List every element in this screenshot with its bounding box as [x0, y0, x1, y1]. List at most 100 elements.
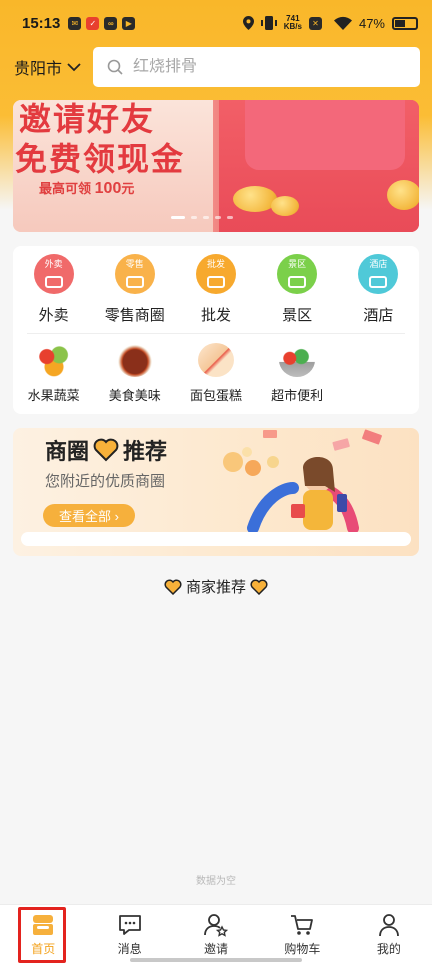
supermarket-icon: [279, 343, 316, 377]
tab-label: 邀请: [204, 942, 229, 956]
category-wholesale[interactable]: 批发 批发: [175, 254, 256, 325]
banner-pagination: [171, 216, 233, 219]
category-badge: 酒店: [369, 259, 388, 269]
category-hotel[interactable]: 酒店 酒店: [338, 254, 419, 325]
category-label: 酒店: [363, 307, 394, 324]
banner-dot[interactable]: [191, 216, 197, 219]
heart-icon: [93, 438, 119, 462]
glyph: [44, 276, 63, 288]
promo-title-left: 商圈: [45, 439, 90, 464]
location-icon: [242, 16, 254, 30]
link-notification-icon: ∞: [104, 16, 118, 30]
banner-sub-suffix: 元: [121, 181, 135, 196]
wifi-icon: [333, 16, 352, 30]
cart-icon: [291, 915, 314, 935]
category-divider: [27, 333, 405, 334]
category-takeaway[interactable]: 外卖 外卖: [13, 254, 94, 325]
category-badge: 景区: [288, 259, 307, 269]
banner-dot[interactable]: [171, 216, 185, 219]
category-label: 批发: [200, 307, 231, 324]
banner-title-line2: 免费领现金: [15, 141, 186, 177]
battery-percent: 47%: [358, 15, 385, 31]
message-icon: [118, 915, 141, 935]
play-notification-icon: ▶: [122, 16, 136, 30]
red-envelope-illustration: [219, 100, 419, 232]
category-badge: 外卖: [44, 259, 63, 269]
promo-bottom-bar: [21, 532, 411, 546]
status-time: 15:13: [22, 14, 61, 32]
category-label: 美食美味: [108, 388, 161, 403]
tab-label: 购物车: [284, 942, 321, 956]
category-grid: 外卖 外卖 零售 零售商圈 批发 批发 景区 景区 酒店 酒店 水果蔬菜 美食美…: [13, 246, 419, 414]
category-food[interactable]: 美食美味: [94, 343, 175, 404]
glyph: [369, 276, 388, 288]
banner-text-panel: 邀请好友 免费领现金 最高可领 100元: [13, 100, 213, 232]
banner-dot[interactable]: [203, 216, 209, 219]
banner-dot[interactable]: [227, 216, 233, 219]
category-supermarket[interactable]: 超市便利: [257, 343, 338, 404]
category-label: 面包蛋糕: [189, 388, 242, 403]
category-label: 超市便利: [271, 388, 324, 403]
search-input[interactable]: [133, 58, 374, 76]
chevron-down-icon: [67, 62, 81, 71]
category-row-sub: 水果蔬菜 美食美味 面包蛋糕 超市便利: [13, 343, 343, 404]
category-badge: 批发: [206, 259, 225, 269]
net-speed: 741 KB/s: [284, 15, 302, 31]
profile-icon: [378, 914, 399, 937]
box-icon: 批发: [195, 254, 236, 294]
empty-state-text: 数据为空: [196, 876, 236, 887]
vibrate-icon: [260, 16, 277, 30]
category-bread-cake[interactable]: 面包蛋糕: [175, 343, 256, 404]
category-label: 外卖: [38, 307, 69, 324]
heart-icon: [250, 579, 268, 595]
category-scenic[interactable]: 景区 景区: [257, 254, 338, 325]
bread-cake-icon: [197, 343, 234, 377]
category-row-main: 外卖 外卖 零售 零售商圈 批发 批发 景区 景区 酒店 酒店: [13, 254, 419, 325]
category-retail[interactable]: 零售 零售商圈: [94, 254, 175, 325]
scenic-icon: 景区: [277, 254, 318, 294]
business-district-card[interactable]: 商圈 推荐 您附近的优质商圈 查看全部 ›: [13, 428, 419, 556]
envelope-flap: [245, 100, 405, 170]
home-indicator: [130, 958, 302, 962]
basket-icon: 零售: [114, 254, 155, 294]
highlight-frame: [18, 907, 66, 963]
banner-dot[interactable]: [215, 216, 221, 219]
battery-icon: [392, 16, 418, 30]
nfc-icon: ✕: [308, 16, 322, 30]
category-fruit-veg[interactable]: 水果蔬菜: [13, 343, 94, 404]
tab-profile[interactable]: 我的: [346, 905, 432, 964]
search-box[interactable]: [93, 47, 420, 87]
glyph: [206, 276, 225, 288]
heart-icon: [164, 579, 182, 595]
mail-notification-icon: ✉: [68, 16, 82, 30]
tab-home[interactable]: 首页: [0, 905, 86, 964]
search-row: 贵阳市: [0, 46, 432, 88]
category-label: 景区: [282, 307, 313, 324]
tab-cart[interactable]: 购物车: [259, 905, 345, 964]
food-icon: [116, 343, 153, 377]
promo-subtitle: 您附近的优质商圈: [45, 473, 166, 490]
net-speed-unit: KB/s: [283, 22, 302, 31]
app-notification-icon: ✓: [86, 16, 100, 30]
glyph: [288, 276, 307, 288]
promo-title: 商圈 推荐: [45, 434, 167, 466]
bottom-tab-bar: 首页 消息 邀请 购物车 我的: [0, 904, 432, 964]
shopping-girl-illustration: [223, 429, 382, 532]
tab-messages[interactable]: 消息: [86, 905, 172, 964]
invite-user-icon: [204, 914, 229, 937]
view-all-button[interactable]: 查看全部 ›: [43, 504, 135, 527]
banner-sub-prefix: 最高可领: [39, 181, 92, 196]
coin-icon: [271, 196, 299, 216]
merchant-section-header: 商家推荐: [0, 576, 432, 597]
hotel-icon: 酒店: [358, 254, 399, 294]
city-selector[interactable]: 贵阳市: [14, 55, 81, 79]
city-label: 贵阳市: [14, 61, 63, 78]
tab-invite[interactable]: 邀请: [173, 905, 259, 964]
status-bar: 15:13 ✉ ✓ ∞ ▶ 741 KB/s ✕ 47%: [0, 0, 432, 46]
fruit-veg-icon: [35, 343, 72, 377]
banner-sub-amount: 100: [94, 180, 122, 197]
category-badge: 零售: [125, 259, 144, 269]
promo-banner[interactable]: 邀请好友 免费领现金 最高可领 100元: [13, 100, 419, 232]
promo-title-right: 推荐: [123, 439, 168, 464]
tab-label: 消息: [117, 942, 142, 956]
